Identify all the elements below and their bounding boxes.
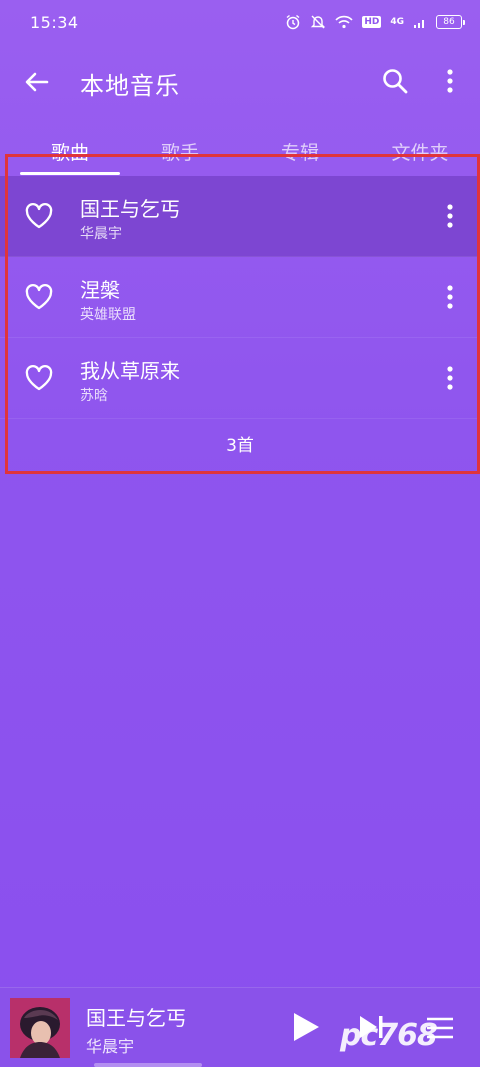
list-item[interactable]: 我从草原来 苏晗 xyxy=(0,338,480,419)
album-art[interactable] xyxy=(10,998,70,1058)
song-title: 我从草原来 xyxy=(80,359,180,383)
tab-bar: 歌曲 歌手 专辑 文件夹 xyxy=(0,128,480,176)
song-list: 国王与乞丐 华晨宇 涅槃 英雄联盟 我从草原来 苏晗 xyxy=(0,176,480,419)
more-vertical-icon[interactable] xyxy=(437,66,463,96)
song-artist: 苏晗 xyxy=(80,388,108,404)
tab-albums[interactable]: 专辑 xyxy=(240,138,360,165)
alarm-icon xyxy=(286,14,300,30)
more-vertical-icon[interactable] xyxy=(438,364,462,392)
battery-indicator: 86 xyxy=(436,15,465,29)
status-time: 15:34 xyxy=(30,12,79,32)
list-item[interactable]: 国王与乞丐 华晨宇 xyxy=(0,176,480,257)
song-count: 3首 xyxy=(226,436,254,456)
tab-folders[interactable]: 文件夹 xyxy=(360,138,480,165)
more-vertical-icon[interactable] xyxy=(438,283,462,311)
tab-indicator xyxy=(20,172,120,175)
heart-icon[interactable] xyxy=(24,283,54,311)
app-bar: 本地音乐 xyxy=(0,52,480,112)
status-bar: 15:34 HD 4G 86 xyxy=(0,0,480,44)
album-art-image xyxy=(10,998,70,1058)
now-playing-title: 国王与乞丐 xyxy=(86,1006,186,1030)
network-badge: 4G xyxy=(390,16,404,27)
tab-artists[interactable]: 歌手 xyxy=(120,138,240,165)
wifi-icon xyxy=(335,15,353,29)
progress-bar xyxy=(94,1063,202,1067)
heart-icon[interactable] xyxy=(24,202,54,230)
watermark-logo: pc768 xyxy=(340,1018,438,1053)
song-artist: 英雄联盟 xyxy=(80,307,136,323)
network-label: 4G xyxy=(390,16,404,27)
signal-icon xyxy=(414,20,424,28)
mute-bell-icon xyxy=(311,15,326,29)
arrow-left-icon[interactable] xyxy=(22,67,52,97)
play-icon[interactable] xyxy=(288,1010,322,1044)
search-icon[interactable] xyxy=(380,66,410,96)
status-icons: HD 4G 86 xyxy=(285,14,465,30)
list-item[interactable]: 涅槃 英雄联盟 xyxy=(0,257,480,338)
hd-badge: HD xyxy=(362,16,382,28)
song-title: 涅槃 xyxy=(80,278,120,302)
song-title: 国王与乞丐 xyxy=(80,197,180,221)
battery-level: 86 xyxy=(443,17,455,27)
heart-icon[interactable] xyxy=(24,364,54,392)
now-playing-artist: 华晨宇 xyxy=(86,1037,135,1056)
song-artist: 华晨宇 xyxy=(80,226,122,242)
tab-songs[interactable]: 歌曲 xyxy=(10,138,130,165)
page-title: 本地音乐 xyxy=(80,72,180,100)
more-vertical-icon[interactable] xyxy=(438,202,462,230)
